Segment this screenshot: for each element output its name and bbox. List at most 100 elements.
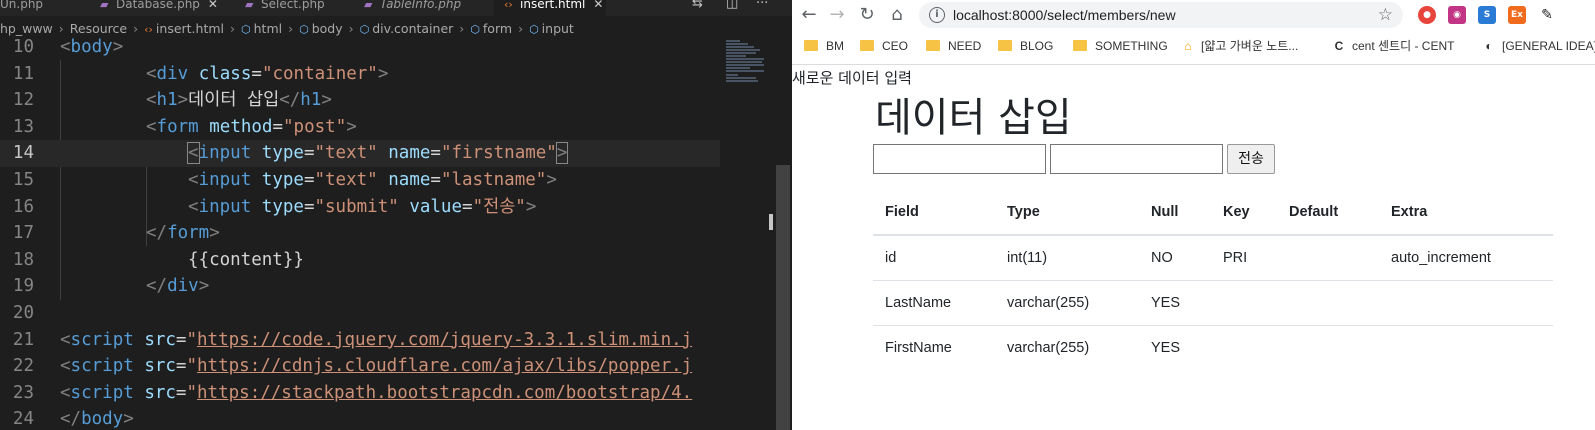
- blue-extension-icon[interactable]: S: [1478, 6, 1496, 24]
- tag-name: script: [70, 329, 134, 350]
- bookmark-note[interactable]: ⌂ [얇고 가벼운 노트...: [1181, 32, 1298, 60]
- editor-tab-bar: Un.php ▰ Database.php ✕ ▰ Select.php ▰ Table…: [0, 0, 792, 16]
- vertical-scrollbar[interactable]: [776, 165, 790, 430]
- bookmarks-bar: BM CEO NEED BLOG SOMETHING ⌂ [얇고 가벼운 노트..…: [792, 32, 1595, 60]
- minimap-line: [726, 80, 758, 82]
- code-text: <script src="https://stackpath.bootstrap…: [60, 382, 693, 403]
- code-line: 17 </form>: [0, 220, 720, 247]
- line-number: 19: [12, 276, 34, 297]
- more-actions-icon[interactable]: ···: [756, 0, 768, 11]
- bookmark-blog[interactable]: BLOG: [998, 32, 1053, 60]
- line-number: 23: [12, 382, 34, 403]
- code-area[interactable]: 10 <body> 11 <div class="container"> 12 <h1…: [0, 34, 720, 430]
- minimap-line: [726, 61, 762, 63]
- bookmark-label: SOMETHING: [1095, 39, 1168, 53]
- page-title: 데이터 삽입: [875, 95, 1072, 141]
- tag-name: form: [167, 223, 210, 244]
- orange-extension-icon[interactable]: Ex: [1508, 6, 1526, 24]
- bookmark-ceo[interactable]: CEO: [860, 32, 908, 60]
- table-row: id int(11) NO PRI auto_increment: [873, 234, 1553, 280]
- line-number: 17: [12, 223, 34, 244]
- tab-insert-html[interactable]: ‹› insert.html ✕: [494, 0, 606, 16]
- minimap-line: [726, 67, 750, 69]
- bookmark-label: CEO: [882, 39, 909, 53]
- code-line: 22 <script src="https://cdnjs.cloudflare.…: [0, 353, 720, 380]
- line-number: 14: [12, 143, 34, 164]
- minimap-line: [726, 58, 764, 60]
- table-cell: [1277, 234, 1379, 280]
- reload-icon[interactable]: ↻: [854, 2, 880, 28]
- submit-button[interactable]: 전송: [1227, 144, 1275, 174]
- address-bar[interactable]: i localhost:8000/select/members/new ☆: [919, 2, 1403, 28]
- tab-tableinfo-php[interactable]: ▰ TableInfo.php: [364, 0, 484, 16]
- line-number: 18: [12, 249, 34, 270]
- attr-name: value: [409, 196, 463, 217]
- folder-icon: [804, 40, 818, 51]
- folder-icon: [926, 40, 940, 51]
- line-number: 11: [12, 63, 34, 84]
- red-extension-icon[interactable]: ●: [1418, 6, 1436, 24]
- tag-name: input: [198, 196, 252, 217]
- bookmark-general-idea[interactable]: ◐ [GENERAL IDEA]: [1482, 32, 1595, 60]
- bookmark-star-icon[interactable]: ☆: [1378, 2, 1393, 28]
- code-line: 10 <body>: [0, 34, 720, 61]
- close-icon[interactable]: ✕: [208, 0, 218, 11]
- bookmark-cent[interactable]: Ccent 센트디 - CENT: [1332, 32, 1455, 60]
- code-line: 21 <script src="https://code.jquery.com/j…: [0, 327, 720, 354]
- tag-name: script: [70, 382, 134, 403]
- code-text: {{content}}: [188, 249, 304, 270]
- minimap-line: [726, 55, 746, 57]
- bookmark-label: [얇고 가벼운 노트...: [1201, 39, 1299, 53]
- home-icon[interactable]: ⌂: [884, 2, 910, 28]
- info-icon[interactable]: i: [929, 7, 945, 23]
- tab-label: Database.php: [116, 0, 200, 11]
- table-cell: varchar(255): [995, 279, 1139, 325]
- folder-icon: [1073, 40, 1087, 51]
- tab-database-php[interactable]: ▰ Database.php ✕: [100, 0, 228, 16]
- line-number: 13: [12, 116, 34, 137]
- minimap-line: [726, 70, 764, 72]
- tab-select-php[interactable]: ▰ Select.php: [245, 0, 355, 16]
- bookmark-label: NEED: [948, 39, 982, 53]
- lastname-input[interactable]: [1050, 144, 1223, 174]
- url-link[interactable]: https://stackpath.bootstrapcdn.com/boots…: [197, 383, 692, 403]
- home-icon: ⌂: [1184, 39, 1192, 53]
- tag-name: input: [198, 170, 252, 190]
- text-content: 데이터 삽입: [188, 90, 280, 111]
- folder-icon: [860, 40, 874, 51]
- forward-arrow-icon[interactable]: →: [824, 2, 850, 28]
- table-cell: [1211, 279, 1277, 325]
- bookmark-need[interactable]: NEED: [926, 32, 981, 60]
- attr-value: "post": [283, 116, 347, 137]
- web-page: 새로운 데이터 입력 데이터 삽입 전송 Field Type Null Key…: [792, 65, 1595, 430]
- eyedropper-extension-icon[interactable]: ✎: [1538, 6, 1556, 24]
- table-structure: Field Type Null Key Default Extra id int…: [873, 190, 1553, 370]
- split-editor-icon[interactable]: ◫: [726, 0, 738, 11]
- tag-name: div: [156, 63, 189, 84]
- url-text[interactable]: localhost:8000/select/members/new: [953, 2, 1176, 28]
- table-cell: NO: [1139, 234, 1211, 280]
- tab-un-php[interactable]: Un.php: [0, 0, 88, 16]
- table-cell: YES: [1139, 324, 1211, 370]
- table-cell: LastName: [873, 279, 995, 325]
- firstname-input[interactable]: [873, 144, 1046, 174]
- instagram-extension-icon[interactable]: ◉: [1448, 6, 1466, 24]
- code-line: 23 <script src="https://stackpath.bootstr…: [0, 380, 720, 407]
- url-link[interactable]: https://code.jquery.com/jquery-3.3.1.sli…: [197, 330, 692, 350]
- close-icon[interactable]: ✕: [593, 0, 603, 11]
- code-line: 20: [0, 300, 720, 327]
- table-cell: PRI: [1211, 234, 1277, 280]
- table-cell: [1277, 279, 1379, 325]
- minimap-line: [726, 49, 760, 51]
- back-arrow-icon[interactable]: ←: [796, 2, 822, 28]
- url-link[interactable]: https://cdnjs.cloudflare.com/ajax/libs/p…: [197, 356, 692, 376]
- compare-icon[interactable]: ⇆: [692, 0, 703, 11]
- bookmark-something[interactable]: SOMETHING: [1073, 32, 1168, 60]
- table-cell: FirstName: [873, 324, 995, 370]
- minimap[interactable]: [720, 34, 772, 430]
- tag-name: input: [198, 143, 252, 164]
- bookmark-bm[interactable]: BM: [804, 32, 844, 60]
- attr-value: "firstname": [440, 143, 557, 164]
- tab-label: TableInfo.php: [380, 0, 462, 11]
- browser-toolbar: ← → ↻ ⌂ i localhost:8000/select/members/…: [792, 0, 1595, 30]
